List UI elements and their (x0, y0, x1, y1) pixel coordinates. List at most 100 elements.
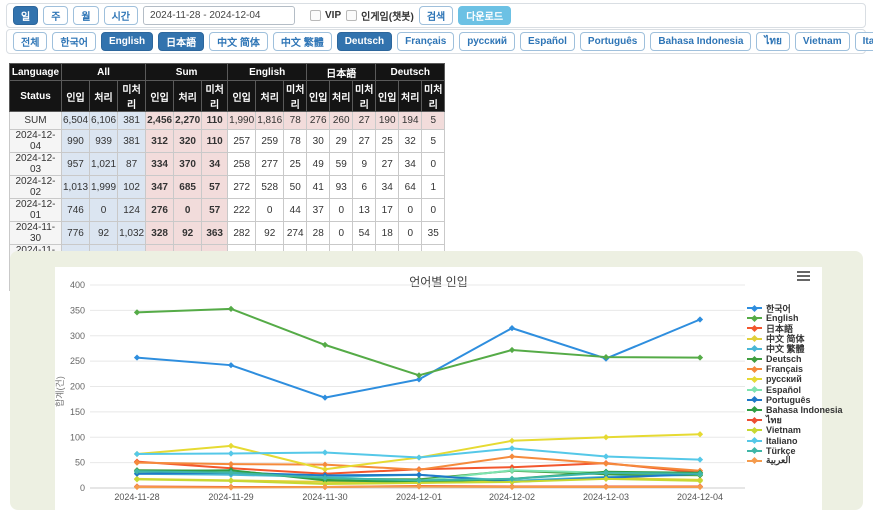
value-cell: 34 (202, 153, 228, 176)
value-cell: 328 (146, 222, 174, 245)
legend-marker-icon (747, 345, 762, 353)
date-range-input[interactable] (143, 6, 295, 25)
value-cell: 381 (118, 112, 146, 130)
value-cell: 0 (174, 199, 202, 222)
language-filter-button[interactable]: 中文 繁體 (273, 32, 332, 51)
sub-header: 인입 (376, 81, 399, 112)
legend-item[interactable]: Português (747, 395, 843, 405)
language-filter-button[interactable]: Português (580, 32, 645, 51)
row-label: 2024-12-03 (10, 153, 62, 176)
value-cell: 34 (376, 176, 399, 199)
language-filter-button[interactable]: Deutsch (337, 32, 392, 51)
y-tick-label: 100 (70, 432, 85, 442)
value-cell: 0 (422, 153, 445, 176)
language-filter-button[interactable]: English (101, 32, 153, 51)
value-cell: 5 (422, 130, 445, 153)
value-cell: 1,021 (90, 153, 118, 176)
data-point (509, 445, 515, 451)
legend-item[interactable]: 한국어 (747, 303, 843, 313)
vip-label: VIP (325, 10, 341, 21)
legend-label: Vietnam (766, 425, 801, 435)
language-filter-button[interactable]: Vietnam (795, 32, 850, 51)
chart-container: 언어별 인입 0501001502002503003504002024-11-2… (10, 251, 863, 510)
table-row: 2024-12-017460124276057222044370131700 (10, 199, 445, 222)
period-button-1[interactable]: 주 (43, 6, 68, 25)
group-header: 日本語 (307, 64, 376, 81)
value-cell: 92 (256, 222, 284, 245)
legend-item[interactable]: Italiano (747, 435, 843, 445)
value-cell: 5 (422, 112, 445, 130)
value-cell: 257 (228, 130, 256, 153)
value-cell: 957 (62, 153, 90, 176)
value-cell: 190 (376, 112, 399, 130)
language-filter-button[interactable]: 中文 简体 (209, 32, 268, 51)
ingame-chatbot-checkbox[interactable] (346, 10, 357, 21)
legend-marker-icon (747, 386, 762, 394)
sub-header: 인입 (228, 81, 256, 112)
x-tick-label: 2024-11-30 (302, 492, 347, 502)
value-cell: 1 (422, 176, 445, 199)
legend-item[interactable]: русский (747, 374, 843, 384)
value-cell: 27 (376, 153, 399, 176)
data-point (134, 476, 140, 482)
language-filter-button[interactable]: русский (459, 32, 515, 51)
legend-item[interactable]: ไทย (747, 415, 843, 425)
y-tick-label: 350 (70, 305, 85, 315)
data-point (228, 362, 234, 368)
period-button-2[interactable]: 월 (73, 6, 98, 25)
y-tick-label: 400 (70, 280, 85, 290)
period-button-0[interactable]: 일 (13, 6, 38, 25)
data-point (322, 342, 328, 348)
download-button[interactable]: 다운로드 (458, 6, 511, 25)
language-filter-button[interactable]: ไทย (756, 32, 789, 51)
legend-item[interactable]: Türkçe (747, 446, 843, 456)
language-filter-button[interactable]: Français (397, 32, 454, 51)
legend-item[interactable]: Français (747, 364, 843, 374)
legend-item[interactable]: العربية (747, 456, 843, 466)
value-cell: 25 (376, 130, 399, 153)
legend-item[interactable]: Bahasa Indonesia (747, 405, 843, 415)
period-button-3[interactable]: 시간 (104, 6, 138, 25)
value-cell: 27 (353, 112, 376, 130)
value-cell: 0 (90, 199, 118, 222)
data-point (322, 449, 328, 455)
vip-checkbox[interactable] (310, 10, 321, 21)
value-cell: 34 (399, 153, 422, 176)
y-tick-label: 50 (75, 458, 85, 468)
sub-header: 처리 (90, 81, 118, 112)
data-point (134, 484, 140, 490)
language-filter-button[interactable]: 日本語 (158, 32, 204, 51)
value-cell: 1,032 (118, 222, 146, 245)
legend-item[interactable]: 中文 繁體 (747, 344, 843, 354)
search-button[interactable]: 검색 (419, 6, 453, 25)
group-header: English (228, 64, 307, 81)
value-cell: 258 (228, 153, 256, 176)
data-point (697, 484, 703, 490)
language-filter-button[interactable]: 전체 (13, 32, 47, 51)
value-cell: 939 (90, 130, 118, 153)
legend-item[interactable]: Español (747, 385, 843, 395)
legend-marker-icon (747, 365, 762, 373)
table-row: 2024-12-04990939381312320110257259783029… (10, 130, 445, 153)
language-filter-button[interactable]: Bahasa Indonesia (650, 32, 751, 51)
language-filter-button[interactable]: Español (520, 32, 575, 51)
data-point (134, 354, 140, 360)
line-chart: 0501001502002503003504002024-11-282024-1… (55, 267, 822, 510)
legend-item[interactable]: English (747, 313, 843, 323)
legend-marker-icon (747, 426, 762, 434)
language-filter-button[interactable]: Italiano (855, 32, 873, 51)
data-point (322, 466, 328, 472)
value-cell: 260 (330, 112, 353, 130)
legend-label: Italiano (766, 436, 798, 446)
legend-item[interactable]: Deutsch (747, 354, 843, 364)
value-cell: 25 (284, 153, 307, 176)
sub-header: 미처리 (422, 81, 445, 112)
data-point (228, 484, 234, 490)
value-cell: 6 (353, 176, 376, 199)
language-filter-button[interactable]: 한국어 (52, 32, 96, 51)
value-cell: 59 (330, 153, 353, 176)
legend-marker-icon (747, 375, 762, 383)
legend-item[interactable]: Vietnam (747, 425, 843, 435)
legend-label: Deutsch (766, 354, 802, 364)
value-cell: 194 (399, 112, 422, 130)
